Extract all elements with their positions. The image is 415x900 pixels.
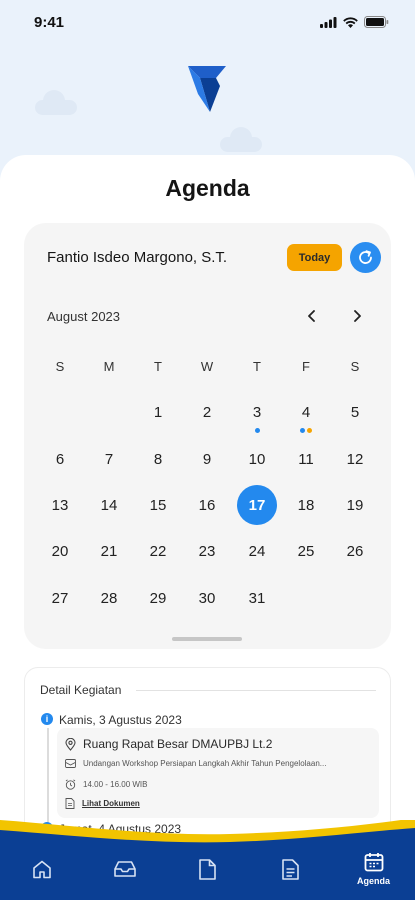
calendar-day[interactable]: 7	[89, 439, 129, 479]
refresh-button[interactable]	[350, 242, 381, 273]
calendar-day[interactable]: 8	[138, 439, 178, 479]
calendar-day[interactable]: 11	[286, 439, 326, 479]
tab-document[interactable]	[166, 838, 249, 900]
calendar-day[interactable]: 26	[335, 531, 375, 571]
event-location: Ruang Rapat Besar DMAUPBJ Lt.2	[83, 737, 273, 751]
month-label: August 2023	[47, 309, 121, 324]
event-indicator-dot	[300, 428, 305, 433]
divider	[136, 690, 376, 691]
calendar-day[interactable]: 15	[138, 485, 178, 525]
envelope-icon	[65, 759, 76, 768]
tab-label-agenda: Agenda	[356, 876, 390, 886]
event-time: 14.00 - 16.00 WIB	[83, 780, 148, 789]
calendar-icon	[364, 853, 383, 872]
alarm-clock-icon	[65, 779, 76, 790]
inbox-icon	[113, 861, 136, 877]
calendar-day[interactable]: 10	[237, 439, 277, 479]
calendar-day[interactable]: 9	[187, 439, 227, 479]
calendar-day[interactable]: 1	[138, 392, 178, 432]
wifi-icon	[343, 16, 358, 28]
event-time-row: 14.00 - 16.00 WIB	[65, 779, 147, 790]
calendar-day[interactable]: 20	[40, 531, 80, 571]
status-time: 9:41	[34, 13, 65, 31]
weekday-label: M	[103, 358, 115, 374]
calendar-day[interactable]: 23	[187, 531, 227, 571]
chevron-left-icon	[308, 310, 315, 322]
tab-document-lines[interactable]	[249, 838, 332, 900]
calendar-day[interactable]: 14	[89, 485, 129, 525]
calendar-day[interactable]: 2	[187, 392, 227, 432]
event-description: Undangan Workshop Persiapan Langkah Akhi…	[83, 759, 327, 768]
user-name: Fantio Isdeo Margono, S.T.	[47, 249, 228, 266]
status-icons	[320, 16, 389, 28]
event-location-row: Ruang Rapat Besar DMAUPBJ Lt.2	[65, 737, 272, 751]
event-date: Kamis, 3 Agustus 2023	[59, 713, 182, 727]
calendar-day-selected[interactable]: 17	[237, 485, 277, 525]
calendar-day[interactable]: 27	[40, 578, 80, 618]
location-pin-icon	[65, 737, 76, 751]
view-document-link[interactable]: Lihat Dokumen	[82, 799, 140, 808]
event-indicator-dot	[254, 428, 260, 433]
calendar-day[interactable]: 12	[335, 439, 375, 479]
calendar-day[interactable]: 4	[286, 392, 326, 432]
calendar-day[interactable]: 6	[40, 439, 80, 479]
tab-inbox[interactable]	[83, 838, 166, 900]
calendar-day[interactable]: 3	[237, 392, 277, 432]
calendar-day[interactable]: 13	[40, 485, 80, 525]
calendar-card: Fantio Isdeo Margono, S.T. Today August …	[24, 223, 391, 649]
event-indicator-dot	[307, 428, 312, 433]
cloud-decoration	[35, 90, 77, 115]
weekday-label: W	[200, 358, 214, 374]
today-button[interactable]: Today	[287, 244, 342, 271]
calendar-day[interactable]: 5	[335, 392, 375, 432]
calendar-day[interactable]: 19	[335, 485, 375, 525]
document-lines-icon	[282, 858, 299, 880]
bottom-tab-bar: Agenda	[0, 838, 415, 900]
weekday-label: F	[302, 358, 310, 374]
page-title: Agenda	[165, 175, 250, 201]
weekday-label: S	[55, 358, 65, 374]
event-item[interactable]: Ruang Rapat Besar DMAUPBJ Lt.2 Undangan …	[57, 728, 379, 818]
calendar-day[interactable]: 29	[138, 578, 178, 618]
calendar-day[interactable]: 18	[286, 485, 326, 525]
refresh-icon	[359, 250, 372, 264]
tab-agenda[interactable]: Agenda	[332, 838, 415, 900]
calendar-day[interactable]: 30	[187, 578, 227, 618]
previous-month-button[interactable]	[302, 306, 322, 326]
document-icon	[65, 798, 75, 809]
calendar-day[interactable]: 22	[138, 531, 178, 571]
status-bar: 9:41	[0, 0, 415, 44]
event-description-row: Undangan Workshop Persiapan Langkah Akhi…	[65, 759, 326, 768]
weekday-label: T	[253, 358, 261, 374]
event-document-row: Lihat Dokumen	[65, 798, 140, 809]
calendar-day[interactable]: 28	[89, 578, 129, 618]
calendar-day[interactable]: 24	[237, 531, 277, 571]
weekday-label: S	[350, 358, 360, 374]
cloud-decoration	[220, 127, 262, 152]
drag-handle[interactable]	[172, 637, 242, 641]
calendar-day[interactable]: 25	[286, 531, 326, 571]
calendar-day[interactable]: 31	[237, 578, 277, 618]
next-month-button[interactable]	[347, 306, 367, 326]
weekday-label: T	[154, 358, 162, 374]
battery-icon	[364, 16, 389, 28]
detail-title: Detail Kegiatan	[40, 683, 122, 697]
calendar-day[interactable]: 16	[187, 485, 227, 525]
document-icon	[199, 858, 216, 880]
chevron-right-icon	[354, 310, 361, 322]
calendar-day[interactable]: 21	[89, 531, 129, 571]
signal-icon	[320, 16, 337, 28]
info-icon: i	[41, 713, 53, 725]
home-icon	[32, 860, 51, 878]
app-logo	[188, 66, 226, 112]
tab-home[interactable]	[0, 838, 83, 900]
